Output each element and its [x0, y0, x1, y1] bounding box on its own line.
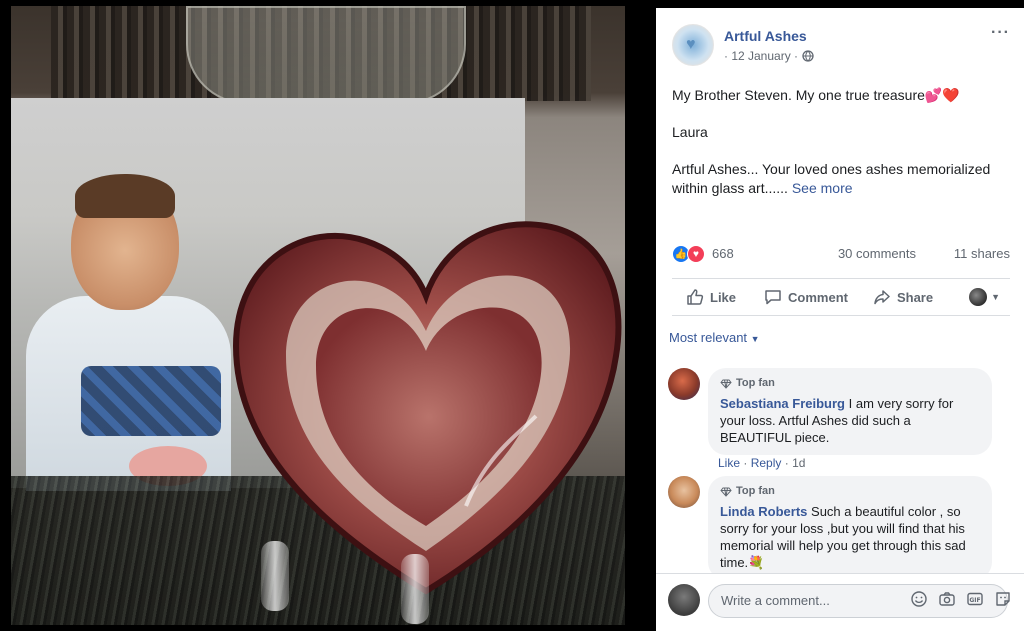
thumbs-up-icon [687, 289, 704, 305]
post-signature: Laura [672, 124, 708, 140]
reactions-summary: 👍 ♥ 668 30 comments 11 shares [672, 244, 1010, 264]
current-user-avatar [668, 584, 700, 616]
badge-label: Top fan [736, 377, 775, 389]
post-date[interactable]: · 12 January · [724, 49, 798, 63]
post-text: My Brother Steven. My one true treasure💕… [672, 86, 1012, 216]
comments-count-link[interactable]: 30 comments [838, 246, 916, 261]
post-actions: Like Comment Share ▼ [672, 278, 1010, 316]
like-button[interactable]: Like [686, 288, 736, 306]
composer-tools: GIF [910, 590, 1012, 608]
shares-count-link[interactable]: 11 shares [954, 246, 1010, 261]
commenter-avatar[interactable] [668, 476, 700, 508]
post-line-1: My Brother Steven. My one true treasure [672, 87, 925, 103]
share-label: Share [896, 289, 934, 305]
comment-bubble: Top fan Sebastiana Freiburg I am very so… [708, 368, 992, 455]
top-fan-badge: Top fan [720, 483, 980, 500]
sticker-icon[interactable] [994, 590, 1012, 608]
see-more-link[interactable]: See more [792, 180, 853, 196]
comment-reply-link[interactable]: Reply [751, 456, 782, 470]
badge-label: Top fan [736, 485, 775, 497]
separator-dot: · [784, 456, 793, 470]
commenter-name[interactable]: Linda Roberts [720, 504, 807, 519]
comment-bubble: Top fan Linda Roberts Such a beautiful c… [708, 476, 992, 580]
comment-sort-dropdown[interactable]: Most relevant ▼ [669, 330, 760, 345]
post-text-line: My Brother Steven. My one true treasure💕… [672, 86, 1012, 105]
chevron-down-icon: ▼ [750, 334, 760, 344]
reaction-icons[interactable]: 👍 ♥ [672, 245, 705, 263]
commenter-name[interactable]: Sebastiana Freiburg [720, 396, 845, 411]
emoji-icon[interactable] [910, 590, 928, 608]
heart-icon: ♥ [686, 36, 696, 53]
page-avatar[interactable]: ♥ [672, 24, 714, 66]
shirt-graphic [81, 366, 221, 436]
hearts-emoji: 💕❤️ [924, 87, 960, 103]
comment-placeholder: Write a comment... [721, 593, 830, 608]
post-text-line: Artful Ashes... Your loved ones ashes me… [672, 160, 1012, 198]
bouquet-emoji: 💐 [748, 555, 765, 570]
gif-icon[interactable]: GIF [966, 590, 984, 608]
post-photo[interactable] [0, 0, 656, 631]
share-icon [874, 290, 890, 305]
svg-text:GIF: GIF [969, 597, 980, 604]
globe-icon [802, 50, 814, 62]
glass-vase [186, 6, 466, 104]
reaction-count[interactable]: 668 [712, 246, 734, 261]
acrylic-stand-right [401, 554, 429, 624]
comment-like-link[interactable]: Like [718, 456, 740, 470]
sort-label: Most relevant [669, 330, 748, 345]
more-options-icon[interactable]: ··· [991, 24, 1010, 42]
comment-time[interactable]: 1d [792, 456, 805, 470]
separator-dot: · [743, 456, 751, 470]
commenter-avatar[interactable] [668, 368, 700, 400]
diamond-icon [720, 487, 732, 497]
post-header: ♥ Artful Ashes · 12 January · ··· [672, 24, 1012, 68]
post-meta: · 12 January · [724, 49, 814, 63]
comment-item: Top fan Linda Roberts Such a beautiful c… [668, 476, 1014, 580]
profile-mini-avatar [969, 288, 988, 306]
photo-image [11, 6, 625, 625]
comment-button[interactable]: Comment [764, 288, 848, 306]
acrylic-stand-left [261, 541, 289, 611]
caret-down-icon: ▼ [991, 292, 1000, 302]
page-name-link[interactable]: Artful Ashes [724, 28, 807, 44]
post-side-panel: ♥ Artful Ashes · 12 January · ··· My Bro… [656, 8, 1024, 631]
comment-label: Comment [788, 289, 848, 305]
reaction-profile-selector[interactable]: ▼ [969, 288, 1000, 306]
share-button[interactable]: Share [873, 288, 933, 306]
person-hair [75, 174, 175, 218]
comment-item: Top fan Sebastiana Freiburg I am very so… [668, 368, 1014, 470]
comment-composer: Write a comment... GIF [656, 573, 1024, 623]
love-reaction-icon: ♥ [687, 245, 705, 263]
comment-actions: Like · Reply · 1d [718, 456, 805, 470]
camera-icon[interactable] [938, 590, 956, 608]
comment-icon [765, 290, 781, 305]
top-fan-badge: Top fan [720, 375, 980, 392]
diamond-icon [720, 379, 732, 389]
like-label: Like [710, 289, 737, 305]
